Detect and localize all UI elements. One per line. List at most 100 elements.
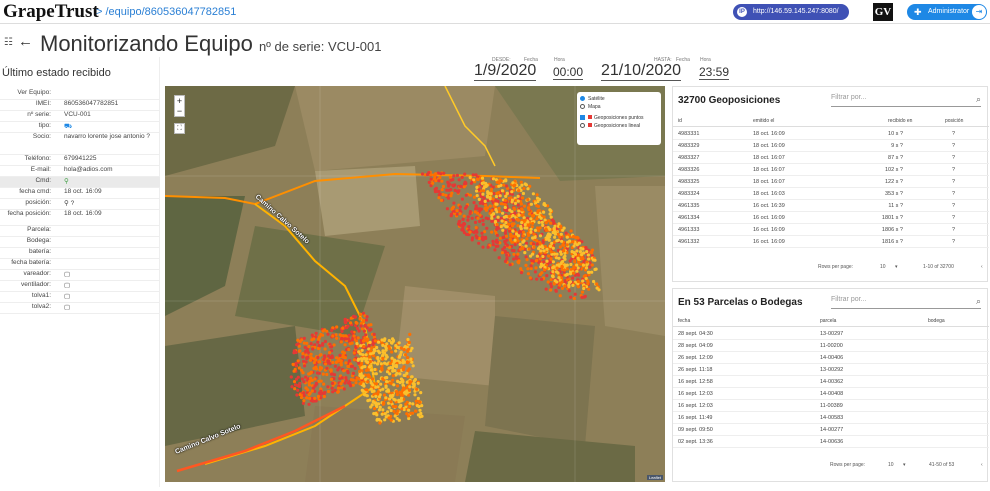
position-pin-icon[interactable]: ? — [952, 165, 955, 176]
date-range: DESDE: Fecha Hora 1/9/2020 00:00 HASTA: … — [430, 57, 760, 81]
table-row[interactable]: 28 sept. 04:30 13-00297 — [673, 329, 989, 340]
fullscreen-button[interactable]: ⛶ — [174, 123, 185, 134]
checkbox[interactable]: ▢ — [64, 281, 158, 289]
position-dot — [480, 235, 485, 239]
search-icon[interactable]: ⌕ — [976, 296, 981, 307]
zoom-control[interactable]: + − — [174, 95, 185, 117]
col-emitted[interactable]: emitido el — [753, 118, 774, 124]
table-row[interactable]: 16 sept. 11:49 14-00583 — [673, 413, 989, 424]
table-row[interactable]: 4983324 18 oct. 16:03 353 s ?? — [673, 189, 989, 200]
position-dot — [532, 242, 536, 246]
position-pin-icon[interactable]: ? — [952, 225, 955, 236]
table-row[interactable]: 28 sept. 04:09 11-00200 — [673, 341, 989, 352]
position-pin-icon[interactable]: ? — [952, 141, 955, 152]
col-position[interactable]: posición — [945, 118, 963, 124]
layer-satellite[interactable]: Satélite — [580, 95, 658, 103]
col-received[interactable]: recibido en — [888, 118, 912, 124]
map-view[interactable]: + − ⛶ Satélite Mapa Geoposiciones puntos… — [165, 86, 665, 482]
col-parcel[interactable]: parcela — [820, 318, 836, 324]
chevron-down-icon[interactable]: ▾ — [903, 459, 906, 471]
position-pin-icon[interactable]: ? — [952, 153, 955, 164]
position-pin-icon[interactable]: ? — [952, 237, 955, 248]
position-pin-icon[interactable]: ? — [952, 213, 955, 224]
table-row[interactable]: 09 sept. 09:50 14-00277 — [673, 425, 989, 436]
list-icon[interactable]: ☷ — [4, 37, 13, 48]
position-dot — [542, 210, 546, 214]
position-dot — [519, 180, 523, 184]
prev-page-icon[interactable]: ‹ — [981, 261, 983, 273]
from-time-input[interactable]: 00:00 — [553, 65, 584, 80]
table-row[interactable]: 4961333 16 oct. 16:09 1806 s ?? — [673, 225, 989, 236]
brand-logo[interactable]: GrapeTrust — [3, 1, 99, 23]
to-date-input[interactable]: 21/10/2020 — [601, 62, 682, 81]
position-pin-icon[interactable]: ? — [952, 189, 955, 200]
layer-control[interactable]: Satélite Mapa Geoposiciones puntos Geopo… — [577, 92, 661, 145]
map-attribution[interactable]: Leaflet — [646, 475, 663, 480]
table-row[interactable]: 4983325 18 oct. 16:07 122 s ?? — [673, 177, 989, 188]
position-dot — [360, 388, 364, 392]
table-row[interactable]: 26 sept. 11:18 13-00292 — [673, 365, 989, 376]
rows-per-page-select[interactable]: 10 — [880, 261, 886, 273]
position-pin-icon[interactable]: ? — [952, 129, 955, 140]
parcels-filter-input[interactable]: Filtrar por... ⌕ — [831, 296, 981, 309]
user-role-chip[interactable]: ✚ Administrator ⇥ — [907, 4, 987, 20]
satellite-map[interactable] — [165, 86, 665, 482]
position-pin-icon[interactable]: ? — [952, 177, 955, 188]
gv-badge[interactable]: GV — [873, 3, 893, 21]
location-icon[interactable]: ⚲ — [64, 177, 158, 185]
breadcrumb[interactable]: > /equipo/860536047782851 — [96, 6, 236, 18]
chevron-down-icon[interactable]: ▾ — [895, 261, 898, 273]
checkbox[interactable]: ▢ — [64, 270, 158, 278]
back-arrow-icon[interactable]: ← — [18, 33, 33, 50]
rows-per-page-select[interactable]: 10 — [888, 459, 894, 471]
zoom-in-button[interactable]: + — [175, 96, 184, 106]
table-row[interactable]: 16 sept. 12:58 14-00362 — [673, 377, 989, 388]
table-row[interactable]: 16 sept. 12:03 14-00408 — [673, 389, 989, 400]
layer-linear[interactable]: Geoposiciones lineal — [580, 122, 658, 130]
table-row[interactable]: 4983326 18 oct. 16:07 102 s ?? — [673, 165, 989, 176]
position-pin-icon[interactable]: ? — [952, 201, 955, 212]
table-row[interactable]: 16 sept. 12:03 11-00389 — [673, 401, 989, 412]
position-dot — [538, 257, 542, 261]
table-row[interactable]: 02 sept. 13:36 14-00636 — [673, 437, 989, 448]
col-id[interactable]: id — [678, 118, 682, 124]
position-dot — [560, 280, 564, 284]
to-time-input[interactable]: 23:59 — [699, 65, 730, 80]
position-dot — [548, 212, 552, 216]
position-dot — [322, 382, 326, 386]
col-date[interactable]: fecha — [678, 318, 690, 324]
table-row[interactable]: 4961334 16 oct. 16:09 1801 s ?? — [673, 213, 989, 224]
logout-icon[interactable]: ⇥ — [972, 5, 986, 19]
zoom-out-button[interactable]: − — [175, 106, 184, 116]
server-url-chip[interactable]: IP http://146.59.145.247:8080/ — [733, 4, 849, 20]
checkbox[interactable]: ▢ — [64, 292, 158, 300]
table-row[interactable]: 4983331 18 oct. 16:09 10 s ?? — [673, 129, 989, 140]
position-dot — [508, 237, 512, 241]
position-dot — [535, 254, 539, 258]
table-row[interactable]: 4983329 18 oct. 16:09 9 s ?? — [673, 141, 989, 152]
position-dot — [354, 381, 358, 385]
geopositions-filter-input[interactable]: Filtrar por... ⌕ — [831, 94, 981, 107]
position-dot — [339, 340, 343, 344]
col-winery[interactable]: bodega — [928, 318, 945, 324]
table-row[interactable]: 4961335 16 oct. 16:39 11 s ?? — [673, 201, 989, 212]
position-dot — [582, 251, 586, 255]
table-row[interactable]: 4961332 16 oct. 16:09 1816 s ?? — [673, 237, 989, 248]
search-icon[interactable]: ⌕ — [976, 94, 981, 105]
position-dot — [513, 201, 518, 205]
from-date-input[interactable]: 1/9/2020 — [474, 62, 537, 81]
position-dot — [495, 233, 499, 237]
table-row[interactable]: 4983327 18 oct. 16:07 87 s ?? — [673, 153, 989, 164]
position-dot — [561, 243, 565, 247]
layer-map[interactable]: Mapa — [580, 103, 658, 111]
pin-icon[interactable]: ⚲ ? — [64, 199, 158, 207]
layer-points[interactable]: Geoposiciones puntos — [580, 114, 658, 122]
position-dot — [507, 222, 511, 226]
prev-page-icon[interactable]: ‹ — [981, 459, 983, 471]
position-dot — [416, 396, 420, 401]
table-cell: 1806 s ? — [881, 227, 903, 233]
position-dot — [587, 287, 591, 291]
position-dot — [373, 361, 377, 365]
table-row[interactable]: 26 sept. 12:09 14-00406 — [673, 353, 989, 364]
checkbox[interactable]: ▢ — [64, 303, 158, 311]
